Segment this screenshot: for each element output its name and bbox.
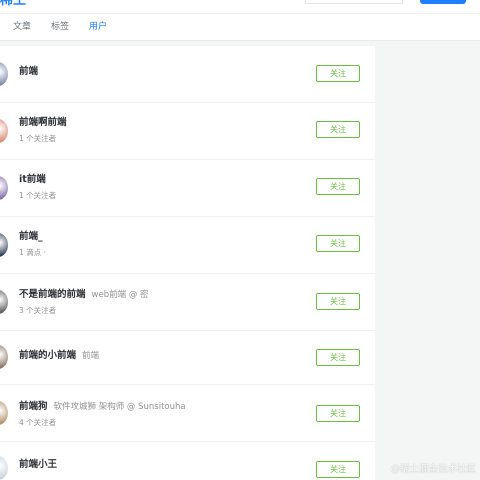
user-meta: 3 个关注者	[19, 306, 57, 315]
user-meta: 1 个关注者	[19, 191, 57, 200]
list-item[interactable]: it前端 1 个关注者 关注	[0, 160, 375, 217]
user-name[interactable]: 前端狗 软件攻城狮 架构师 @ Sunsitouha	[19, 401, 186, 413]
list-item[interactable]: 前端小王 关注	[0, 442, 375, 480]
user-name[interactable]: 前端_	[19, 231, 49, 243]
user-name[interactable]: 不是前端的前端 web前端 @ 密	[19, 289, 149, 301]
avatar[interactable]	[0, 62, 8, 86]
watermark: @稀土掘金技术社区	[390, 464, 476, 475]
list-item[interactable]: 前端的小前端 前端 关注	[0, 331, 375, 385]
follow-button[interactable]: 关注	[316, 405, 360, 422]
user-meta: 4 个关注者	[19, 418, 57, 427]
tab-users[interactable]: 用户	[89, 21, 107, 33]
avatar[interactable]	[0, 119, 8, 143]
follow-button[interactable]: 关注	[316, 293, 360, 310]
user-name[interactable]: 前端的小前端 前端	[19, 350, 99, 362]
follow-button[interactable]: 关注	[316, 178, 360, 195]
user-list: 前端 关注 前端啊前端 1 个关注者 关注 it前端 1 个关注者 关注 前端_…	[0, 46, 375, 480]
user-meta: 1 个关注者	[19, 134, 57, 143]
follow-button[interactable]: 关注	[316, 121, 360, 138]
search-type-tabs: 文章 标签 用户	[0, 13, 480, 41]
avatar[interactable]	[0, 401, 8, 425]
avatar[interactable]	[0, 345, 8, 369]
top-header: 稀土	[0, 0, 480, 13]
list-item[interactable]: 不是前端的前端 web前端 @ 密 3 个关注者 关注	[0, 274, 375, 331]
user-meta: 1 滴点 ·	[19, 248, 46, 257]
user-name[interactable]: it前端	[19, 174, 52, 186]
tab-tags[interactable]: 标签	[51, 21, 69, 33]
follow-button[interactable]: 关注	[316, 461, 360, 478]
list-item[interactable]: 前端_ 1 滴点 · 关注	[0, 217, 375, 274]
avatar[interactable]	[0, 456, 8, 480]
tab-articles[interactable]: 文章	[13, 21, 31, 33]
follow-button[interactable]: 关注	[316, 349, 360, 366]
avatar[interactable]	[0, 233, 8, 257]
site-logo[interactable]: 稀土	[0, 0, 26, 8]
avatar[interactable]	[0, 290, 8, 314]
follow-button[interactable]: 关注	[316, 65, 360, 82]
user-name[interactable]: 前端啊前端	[19, 117, 73, 129]
avatar[interactable]	[0, 176, 8, 200]
user-name[interactable]: 前端小王	[19, 459, 63, 471]
list-item[interactable]: 前端狗 软件攻城狮 架构师 @ Sunsitouha 4 个关注者 关注	[0, 385, 375, 442]
header-action-button[interactable]	[420, 0, 466, 4]
list-item[interactable]: 前端啊前端 1 个关注者 关注	[0, 103, 375, 160]
follow-button[interactable]: 关注	[316, 235, 360, 252]
user-name[interactable]: 前端	[19, 66, 44, 78]
list-item[interactable]: 前端 关注	[0, 46, 375, 103]
search-input[interactable]	[305, 0, 403, 4]
